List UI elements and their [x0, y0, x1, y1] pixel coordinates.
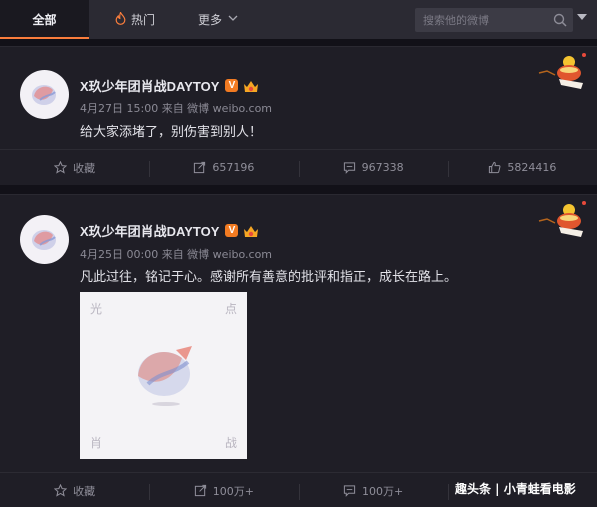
flame-icon [115, 10, 126, 28]
comment-button[interactable]: 100万+ [298, 473, 448, 507]
post-image[interactable]: 光 点 肖 战 [80, 292, 247, 459]
tab-hot-label: 热门 [130, 13, 155, 27]
repost-button[interactable]: 100万+ [149, 473, 298, 507]
festival-decoration-icon [537, 49, 591, 93]
star-icon [54, 484, 68, 497]
post-card: X玖少年团肖战DAYTOY V 4月27日 15:00 来自 微博 weibo.… [0, 46, 597, 185]
tab-all[interactable]: 全部 [0, 0, 89, 39]
crown-icon [243, 224, 259, 238]
repost-count: 100万+ [212, 484, 254, 498]
search-input[interactable] [423, 13, 549, 27]
avatar[interactable] [20, 70, 69, 119]
post-meta: 4月25日 00:00 来自 微博 weibo.com [80, 248, 273, 261]
star-icon [54, 161, 68, 174]
verified-badge: V [225, 224, 239, 237]
repost-icon [194, 484, 206, 497]
thumbs-up-icon [489, 161, 501, 174]
post-text: 给大家添堵了，别伤害到别人！ [80, 125, 263, 140]
artwork-graphic [138, 346, 192, 406]
source-watermark: 趣头条 | 小青蛙看电影 [455, 482, 576, 496]
crown-icon [243, 79, 259, 93]
favorite-button[interactable]: 收藏 [0, 150, 149, 185]
favorite-label: 收藏 [73, 484, 96, 498]
repost-button[interactable]: 657196 [149, 150, 298, 185]
author-name[interactable]: X玖少年团肖战DAYTOY [80, 221, 219, 240]
author-row: X玖少年团肖战DAYTOY V [80, 76, 259, 95]
image-corner-text: 点 [224, 302, 237, 316]
tab-more[interactable]: 更多 [181, 0, 255, 39]
image-corner-text: 肖 [90, 436, 103, 450]
author-row: X玖少年团肖战DAYTOY V [80, 221, 259, 240]
author-name[interactable]: X玖少年团肖战DAYTOY [80, 76, 219, 95]
repost-icon [194, 161, 206, 174]
comment-button[interactable]: 967338 [298, 150, 448, 185]
favorite-button[interactable]: 收藏 [0, 473, 149, 507]
search-icon[interactable] [552, 12, 568, 28]
tab-all-label: 全部 [32, 13, 57, 27]
comment-count: 967338 [361, 161, 404, 174]
post-actions: 收藏 657196 967338 5824416 [0, 149, 597, 185]
comment-icon [343, 485, 356, 497]
image-corner-text: 战 [224, 436, 237, 450]
repost-count: 657196 [212, 161, 255, 174]
comment-icon [343, 162, 355, 174]
like-button[interactable]: 5824416 [447, 150, 597, 185]
top-nav: 全部 热门 更多 [0, 0, 597, 39]
post-text: 凡此过往，铭记于心。感谢所有善意的批评和指正，成长在路上。 [80, 270, 458, 285]
dropdown-caret-icon[interactable] [577, 14, 587, 20]
verified-badge: V [225, 79, 239, 92]
festival-decoration-icon [537, 197, 591, 241]
tab-hot[interactable]: 热门 [89, 0, 181, 39]
post-meta: 4月27日 15:00 来自 微博 weibo.com [80, 102, 273, 115]
avatar[interactable] [20, 215, 69, 264]
post-card: X玖少年团肖战DAYTOY V 4月25日 00:00 来自 微博 weibo.… [0, 194, 597, 507]
like-count: 5824416 [507, 161, 557, 174]
search-box [415, 8, 573, 32]
chevron-down-icon [228, 14, 238, 25]
tab-more-label: 更多 [197, 13, 222, 27]
favorite-label: 收藏 [73, 161, 96, 175]
comment-count: 100万+ [362, 484, 404, 498]
image-corner-text: 光 [90, 302, 103, 316]
